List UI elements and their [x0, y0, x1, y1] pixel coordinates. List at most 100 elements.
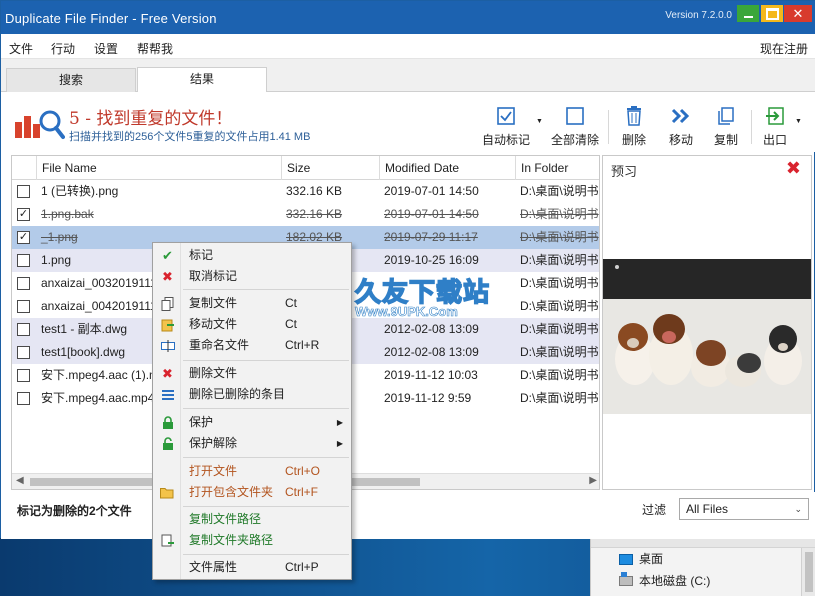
duplicate-search-logo-icon	[15, 110, 65, 139]
window-title: Duplicate File Finder - Free Version	[5, 11, 217, 26]
clear-all-label: 全部清除	[550, 133, 599, 147]
export-dropdown-icon[interactable]: ▼	[795, 118, 802, 125]
auto-mark-dropdown-icon[interactable]: ▼	[536, 118, 543, 125]
menu-item-label: 保护	[189, 415, 214, 429]
menu-item-label: 打开包含文件夹	[189, 485, 274, 499]
scroll-thumb[interactable]	[805, 552, 813, 592]
table-header: File Name Size Modified Date In Folder	[12, 156, 599, 180]
menu-item-label: 打开文件	[189, 464, 238, 478]
version-label: Version 7.2.0.0	[665, 10, 732, 21]
row-checkbox[interactable]	[17, 369, 30, 382]
row-checkbox[interactable]	[17, 277, 30, 290]
explorer-item-label: 本地磁盘 (C:)	[639, 574, 711, 588]
delete-button[interactable]: 删除	[616, 106, 652, 148]
column-header-size[interactable]: Size	[281, 156, 379, 180]
toolbar-separator	[608, 110, 609, 144]
menu-item-copy-path[interactable]: 复制文件路径	[153, 509, 351, 530]
menu-item-open-folder[interactable]: 打开包含文件夹 Ctrl+F	[153, 482, 351, 503]
checkbox-checked-icon	[479, 106, 533, 126]
menu-item-label: 复制文件	[189, 296, 238, 310]
column-header-modified-date[interactable]: Modified Date	[379, 156, 515, 180]
menu-item-delete-removed[interactable]: 删除已删除的条目	[153, 384, 351, 405]
copy-icon	[708, 106, 744, 126]
drive-icon	[619, 572, 633, 586]
title-bar: Duplicate File Finder - Free Version Ver…	[1, 1, 815, 34]
menu-item-unprotect[interactable]: 保护解除 ▶	[153, 433, 351, 454]
tab-results[interactable]: 结果	[137, 67, 267, 92]
copy-button[interactable]: 复制	[708, 106, 744, 148]
menu-item-properties[interactable]: 文件属性 Ctrl+P	[153, 557, 351, 578]
cross-icon: ✖	[162, 269, 173, 284]
cell-date: 2019-07-01 14:50	[384, 207, 479, 221]
menu-item-move-file[interactable]: 移动文件 Ct	[153, 314, 351, 335]
close-preview-icon[interactable]: ✖	[786, 158, 801, 179]
explorer-scrollbar[interactable]	[801, 548, 815, 596]
cell-date: 2019-11-12 9:59	[384, 391, 472, 405]
menu-item-shortcut: Ctrl+F	[285, 485, 318, 499]
menu-item-label: 复制文件夹路径	[189, 533, 274, 547]
cell-folder: D:\桌面\说明书	[520, 368, 599, 382]
auto-mark-button[interactable]: 自动标记	[479, 106, 533, 148]
cell-folder: D:\桌面\说明书	[520, 253, 599, 267]
table-row[interactable]: 1 (已转换).png 332.16 KB 2019-07-01 14:50 D:\桌…	[12, 180, 599, 203]
menu-item-copy-file[interactable]: 复制文件 Ct	[153, 293, 351, 314]
cell-date: 2019-07-29 11:17	[384, 230, 478, 244]
menu-separator	[183, 554, 349, 555]
preview-pane: 预习 ✖	[602, 155, 812, 490]
cell-folder: D:\桌面\说明书	[520, 322, 599, 336]
register-link[interactable]: 现在注册	[760, 40, 808, 57]
menu-item-open-file[interactable]: 打开文件 Ctrl+O	[153, 461, 351, 482]
explorer-nav-pane: 桌面 本地磁盘 (C:)	[590, 538, 815, 596]
tab-strip: 搜索 结果	[1, 59, 815, 92]
filter-select[interactable]: All Files ⌄	[679, 498, 809, 520]
status-footer: 标记为删除的2个文件 过滤 All Files ⌄	[1, 492, 815, 539]
auto-mark-label: 自动标记	[481, 133, 530, 147]
row-checkbox-checked[interactable]: ✓	[17, 231, 30, 244]
cell-date: 2019-11-12 10:03	[384, 368, 478, 382]
scroll-left-icon[interactable]: ◀	[16, 475, 24, 486]
menu-item-copy-folder-path[interactable]: 复制文件夹路径	[153, 530, 351, 551]
menu-item-rename-file[interactable]: 重命名文件 Ctrl+R	[153, 335, 351, 356]
delete-label: 删除	[621, 133, 646, 147]
row-checkbox[interactable]	[17, 300, 30, 313]
menu-item-protect[interactable]: 保护 ▶	[153, 412, 351, 433]
explorer-item-label: 桌面	[639, 552, 664, 566]
menu-item-unmark[interactable]: ✖ 取消标记	[153, 266, 351, 287]
explorer-item-desktop[interactable]: 桌面	[619, 550, 815, 568]
menu-settings[interactable]: 设置	[94, 40, 118, 57]
menu-help[interactable]: 帮帮我	[137, 40, 173, 57]
row-checkbox[interactable]	[17, 323, 30, 336]
scroll-right-icon[interactable]: ▶	[589, 475, 597, 486]
cell-name: 1 (已转换).png	[41, 184, 119, 198]
menu-item-mark[interactable]: ✔ 标记	[153, 245, 351, 266]
menu-action[interactable]: 行动	[51, 40, 75, 57]
column-header-in-folder[interactable]: In Folder	[515, 156, 599, 180]
row-checkbox-checked[interactable]: ✓	[17, 208, 30, 221]
export-icon	[759, 106, 791, 126]
explorer-item-local-disk[interactable]: 本地磁盘 (C:)	[619, 572, 815, 590]
submenu-arrow-icon: ▶	[336, 418, 343, 427]
minimize-button[interactable]	[737, 5, 759, 22]
maximize-button[interactable]	[761, 5, 783, 22]
menu-file[interactable]: 文件	[9, 40, 33, 57]
clear-all-button[interactable]: 全部清除	[548, 106, 602, 148]
open-folder-icon	[160, 485, 175, 500]
cell-date: 2019-10-25 16:09	[384, 253, 479, 267]
row-checkbox[interactable]	[17, 185, 30, 198]
tab-search[interactable]: 搜索	[6, 68, 136, 92]
row-checkbox[interactable]	[17, 346, 30, 359]
row-checkbox[interactable]	[17, 392, 30, 405]
move-file-icon	[160, 317, 175, 332]
export-button[interactable]: 出口	[759, 106, 791, 148]
column-header-file-name[interactable]: File Name	[36, 156, 281, 180]
close-window-button[interactable]: ✕	[784, 5, 812, 22]
menu-item-label: 复制文件路径	[189, 512, 262, 526]
chevron-down-icon: ⌄	[794, 504, 802, 514]
table-row[interactable]: ✓ 1.png.bak 332.16 KB 2019-07-01 14:50 D:\桌面…	[12, 203, 599, 226]
menu-item-delete-file[interactable]: ✖ 删除文件	[153, 363, 351, 384]
move-button[interactable]: 移动	[663, 106, 699, 148]
copy-label: 复制	[713, 133, 738, 147]
cell-size: 332.16 KB	[286, 207, 343, 221]
marked-count-status: 标记为删除的2个文件	[17, 504, 132, 518]
row-checkbox[interactable]	[17, 254, 30, 267]
